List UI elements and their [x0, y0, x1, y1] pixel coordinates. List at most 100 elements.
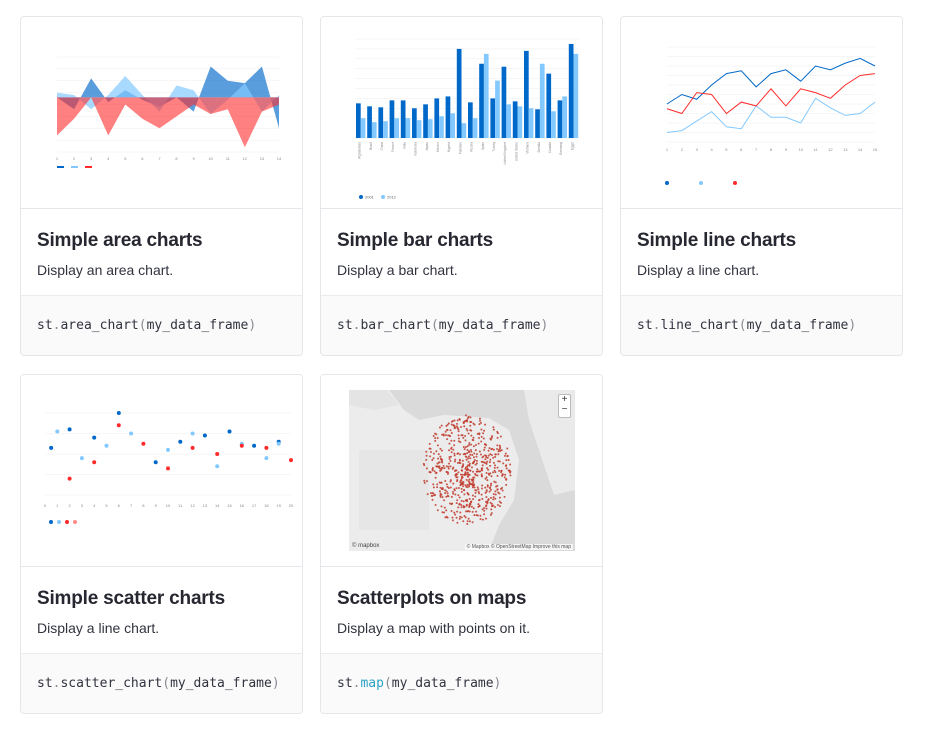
- map-point: [458, 418, 461, 421]
- map-point: [446, 438, 449, 441]
- map-point: [492, 448, 495, 451]
- map-point: [492, 471, 495, 474]
- map-point: [429, 492, 432, 495]
- map-point: [448, 457, 451, 460]
- x-tick-label: 10: [166, 503, 171, 508]
- map-point: [441, 488, 444, 491]
- map-point: [453, 419, 456, 422]
- bar: [539, 63, 545, 138]
- code-paren-open: (: [430, 318, 439, 333]
- bar: [468, 102, 473, 138]
- map-point: [472, 481, 475, 484]
- code-paren-open: (: [138, 318, 147, 333]
- map-point: [429, 447, 432, 450]
- bar: [528, 108, 534, 138]
- map-point: [489, 488, 492, 491]
- map-point: [477, 490, 480, 493]
- card-area-charts[interactable]: 1 2 3 4 5 6 7 8 9 10 11 12 13 14 Simple area charts D…: [20, 16, 303, 356]
- zoom-out-button[interactable]: −: [559, 405, 570, 415]
- card-scatterplots-on-maps[interactable]: + − © mapbox © Mapbox © OpenStreetMap Im…: [320, 374, 603, 714]
- map-point: [435, 450, 438, 453]
- x-tick-label: Mexico: [436, 142, 440, 152]
- map-point: [468, 478, 471, 481]
- map-thumbnail[interactable]: + − © mapbox © Mapbox © OpenStreetMap Im…: [321, 375, 602, 567]
- map-point: [490, 482, 493, 485]
- map-point: [463, 515, 466, 518]
- map-point: [478, 432, 481, 435]
- map-point: [459, 426, 462, 429]
- map-point: [501, 486, 504, 489]
- x-tick-label: 5: [124, 156, 127, 161]
- map-point: [425, 467, 428, 470]
- map-attribution[interactable]: © Mapbox © OpenStreetMap Improve this ma…: [464, 544, 573, 550]
- x-tick-label: 5: [725, 147, 728, 152]
- card-bar-charts[interactable]: Afghanistan Brazil China France India Indones…: [320, 16, 603, 356]
- card-scatter-charts[interactable]: 0 1 2 3 4 5 6 7 8 9 10 11 12 13 14 15 16 17 18 19 20 Simple …: [20, 374, 303, 714]
- map-view[interactable]: + − © mapbox © Mapbox © OpenStreetMap Im…: [349, 390, 575, 551]
- bar-chart-thumbnail[interactable]: Afghanistan Brazil China France India Indones…: [321, 17, 602, 209]
- map-point: [465, 427, 468, 430]
- map-point: [508, 469, 511, 472]
- map-point: [457, 471, 460, 474]
- x-tick-label: 15: [873, 147, 878, 152]
- map-point: [460, 506, 463, 509]
- code-snippet: st.scatter_chart(my_data_frame): [21, 653, 302, 713]
- x-tick-label: Afghanistan: [358, 142, 362, 159]
- bar: [461, 123, 467, 138]
- legend-swatch: [665, 181, 669, 185]
- map-point: [422, 462, 425, 465]
- map-point: [475, 489, 478, 492]
- map-point: [482, 432, 485, 435]
- map-point: [505, 467, 508, 470]
- map-point: [478, 450, 481, 453]
- bar: [412, 108, 417, 138]
- map-point: [450, 439, 453, 442]
- map-point: [466, 467, 469, 470]
- map-point: [480, 428, 483, 431]
- map-point: [469, 449, 472, 452]
- legend-swatch: [57, 520, 61, 524]
- map-point: [436, 509, 439, 512]
- scatter-chart-thumbnail[interactable]: 0 1 2 3 4 5 6 7 8 9 10 11 12 13 14 15 16 17 18 19 20: [21, 375, 302, 567]
- map-point: [498, 469, 501, 472]
- bar: [483, 53, 489, 138]
- code-snippet: st.bar_chart(my_data_frame): [321, 295, 602, 355]
- zoom-controls[interactable]: + −: [558, 394, 571, 418]
- map-point: [434, 432, 437, 435]
- bar: [506, 104, 512, 138]
- x-tick-label: 20: [289, 503, 294, 508]
- map-point: [463, 448, 466, 451]
- map-point: [480, 467, 483, 470]
- map-point: [490, 475, 493, 478]
- x-tick-label: Germany: [559, 142, 563, 156]
- map-point: [457, 428, 460, 431]
- bar: [378, 107, 384, 138]
- map-point: [483, 429, 486, 432]
- bar: [573, 53, 579, 138]
- card-title: Simple scatter charts: [37, 588, 225, 609]
- map-point: [437, 457, 440, 460]
- map-point: [492, 498, 495, 501]
- map-point: [456, 521, 459, 524]
- map-point: [448, 434, 451, 437]
- card-line-charts[interactable]: 1 2 3 4 5 6 7 8 9 10 11 12 13 14 15 Simple line charts…: [620, 16, 903, 356]
- legend-swatch: [49, 520, 53, 524]
- bar: [501, 66, 507, 138]
- x-tick-label: 14: [858, 147, 863, 152]
- area-chart-thumbnail[interactable]: 1 2 3 4 5 6 7 8 9 10 11 12 13 14: [21, 17, 302, 209]
- x-tick-label: Nigeria: [447, 142, 451, 152]
- map-point: [450, 423, 453, 426]
- map-point: [468, 520, 471, 523]
- map-point: [496, 466, 499, 469]
- map-point: [483, 509, 486, 512]
- map-point: [463, 425, 466, 428]
- map-point: [458, 517, 461, 520]
- x-tick-label: Zambia: [537, 142, 541, 153]
- line-chart-thumbnail[interactable]: 1 2 3 4 5 6 7 8 9 10 11 12 13 14 15: [621, 17, 902, 209]
- map-point: [444, 516, 447, 519]
- map-point: [463, 493, 466, 496]
- x-tick-label: 7: [158, 156, 161, 161]
- map-point: [457, 487, 460, 490]
- map-point: [494, 505, 497, 508]
- scatter-point: [276, 441, 281, 446]
